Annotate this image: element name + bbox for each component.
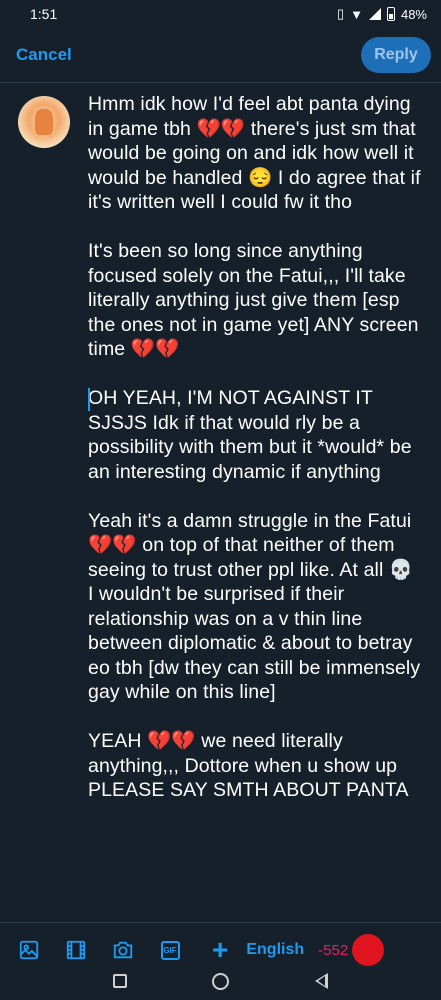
system-navbar (0, 962, 441, 1000)
reply-button[interactable]: Reply (361, 37, 431, 73)
status-icons: ▯ ▼ 48% (337, 6, 427, 22)
wifi-icon: ▼ (350, 6, 363, 22)
compose-header: Cancel Reply (0, 32, 441, 78)
gif-icon[interactable]: GIF (157, 937, 183, 963)
character-count: -552 (318, 941, 349, 959)
camera-icon[interactable] (110, 937, 136, 963)
signal-icon (368, 8, 381, 20)
image-icon[interactable] (16, 937, 42, 963)
battery-percent: 48% (400, 6, 427, 22)
avatar[interactable] (18, 96, 70, 148)
status-bar: 1:51 ▯ ▼ 48% (0, 0, 441, 28)
toolbar-divider (0, 922, 441, 923)
add-icon[interactable]: + (212, 936, 228, 964)
status-time: 1:51 (30, 6, 58, 22)
gif-label: GIF (160, 940, 180, 960)
home-icon[interactable] (212, 972, 230, 990)
back-icon[interactable] (315, 973, 329, 989)
compose-textarea[interactable]: Hmm idk how I'd feel abt panta dying in … (88, 92, 423, 907)
battery-icon (386, 7, 395, 21)
vibrate-icon: ▯ (336, 6, 345, 21)
video-icon[interactable] (63, 937, 89, 963)
cancel-button[interactable]: Cancel (16, 45, 72, 65)
text-cursor (88, 388, 90, 411)
language-selector[interactable]: English (246, 941, 304, 959)
avatar-figure (32, 106, 56, 138)
recents-icon[interactable] (112, 974, 127, 988)
header-divider (0, 82, 441, 83)
